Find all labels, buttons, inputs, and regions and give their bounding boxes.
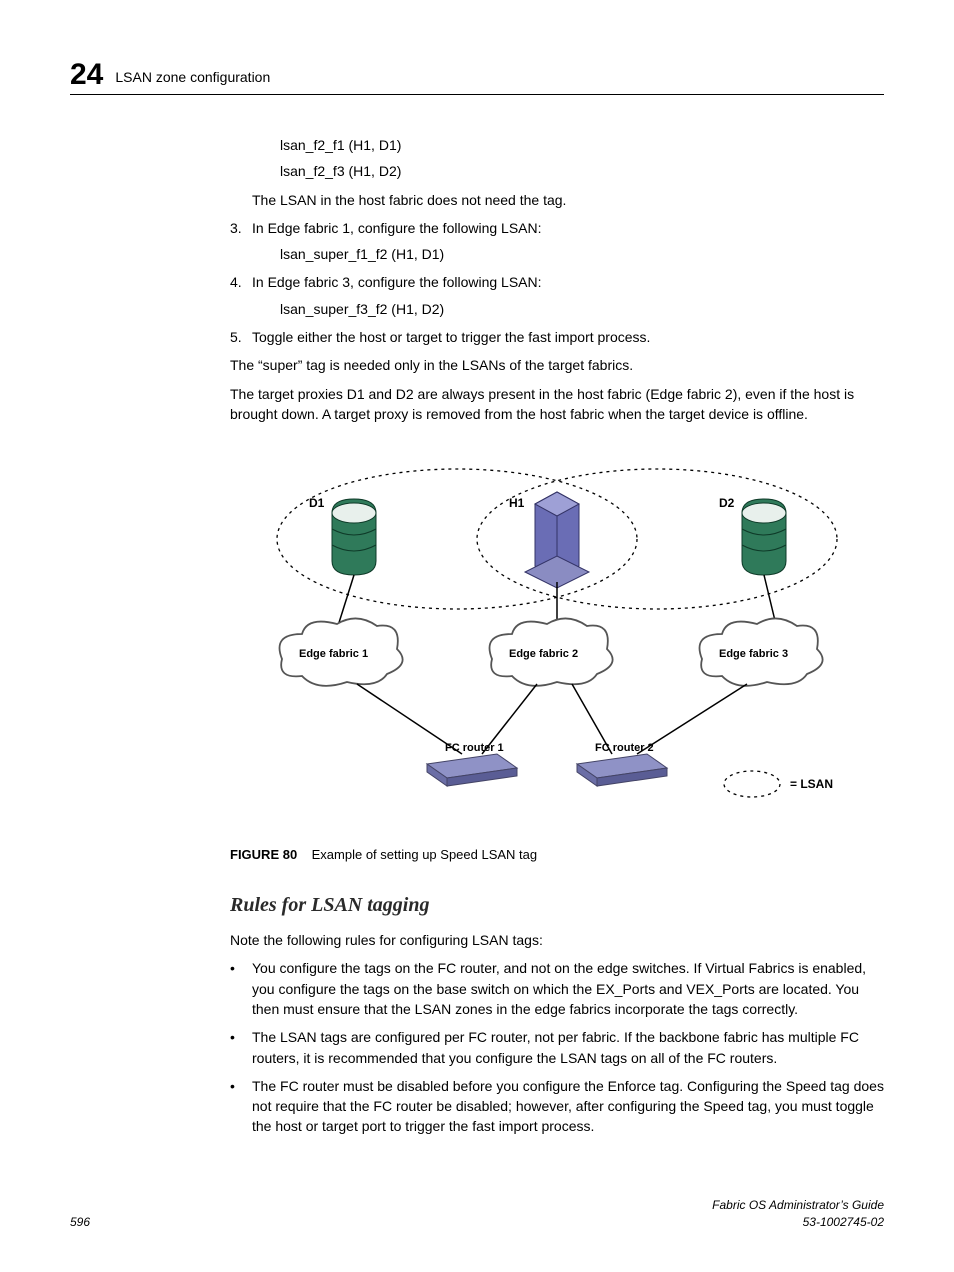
bullet-text: The LSAN tags are configured per FC rout… <box>252 1027 884 1068</box>
label-edge3: Edge fabric 3 <box>719 648 788 660</box>
label-fc1: FC router 1 <box>445 742 504 754</box>
bullet-text: The FC router must be disabled before yo… <box>252 1076 884 1137</box>
step-text: In Edge fabric 3, configure the followin… <box>252 272 884 292</box>
step-5: 5. Toggle either the host or target to t… <box>230 327 884 347</box>
label-edge1: Edge fabric 1 <box>299 648 368 660</box>
code-line: lsan_super_f3_f2 (H1, D2) <box>280 299 884 319</box>
label-h1: H1 <box>509 496 525 510</box>
bullet-icon: • <box>230 1027 252 1068</box>
figure-label: FIGURE 80 <box>230 847 297 862</box>
label-fc2: FC router 2 <box>595 742 654 754</box>
paragraph: The target proxies D1 and D2 are always … <box>230 384 884 425</box>
bullet-item: • The FC router must be disabled before … <box>230 1076 884 1137</box>
chapter-number: 24 <box>70 60 103 90</box>
step-3: 3. In Edge fabric 1, configure the follo… <box>230 218 884 238</box>
page-number: 596 <box>70 1214 90 1231</box>
bullet-icon: • <box>230 1076 252 1137</box>
figure-diagram: D1 H1 D2 <box>230 454 884 834</box>
paragraph: Note the following rules for configuring… <box>230 930 884 950</box>
bullet-item: • You configure the tags on the FC route… <box>230 958 884 1019</box>
step-number: 5. <box>230 327 252 347</box>
code-line: lsan_f2_f3 (H1, D2) <box>280 161 884 181</box>
page-header: 24 LSAN zone configuration <box>70 60 884 95</box>
doc-title: Fabric OS Administrator’s Guide <box>712 1197 884 1214</box>
header-title: LSAN zone configuration <box>115 67 270 87</box>
step-4: 4. In Edge fabric 3, configure the follo… <box>230 272 884 292</box>
paragraph: The “super” tag is needed only in the LS… <box>230 355 884 375</box>
code-line: lsan_super_f1_f2 (H1, D1) <box>280 244 884 264</box>
bullet-icon: • <box>230 958 252 1019</box>
bullet-text: You configure the tags on the FC router,… <box>252 958 884 1019</box>
figure-caption-text: Example of setting up Speed LSAN tag <box>312 847 537 862</box>
doc-number: 53-1002745-02 <box>712 1214 884 1231</box>
step-number: 4. <box>230 272 252 292</box>
step-text: In Edge fabric 1, configure the followin… <box>252 218 884 238</box>
lsan-diagram-svg: D1 H1 D2 <box>247 454 867 834</box>
heading-rules: Rules for LSAN tagging <box>230 891 884 920</box>
code-line: lsan_f2_f1 (H1, D1) <box>280 135 884 155</box>
figure-caption: FIGURE 80 Example of setting up Speed LS… <box>230 846 884 865</box>
step-number: 3. <box>230 218 252 238</box>
step-text: Toggle either the host or target to trig… <box>252 327 884 347</box>
page-footer: 596 Fabric OS Administrator’s Guide 53-1… <box>70 1197 884 1232</box>
paragraph: The LSAN in the host fabric does not nee… <box>252 190 884 210</box>
label-d1: D1 <box>309 496 325 510</box>
label-edge2: Edge fabric 2 <box>509 648 578 660</box>
bullet-item: • The LSAN tags are configured per FC ro… <box>230 1027 884 1068</box>
page-content: lsan_f2_f1 (H1, D1) lsan_f2_f3 (H1, D2) … <box>230 135 884 1137</box>
label-lsan-legend: = LSAN <box>790 777 833 791</box>
label-d2: D2 <box>719 496 735 510</box>
